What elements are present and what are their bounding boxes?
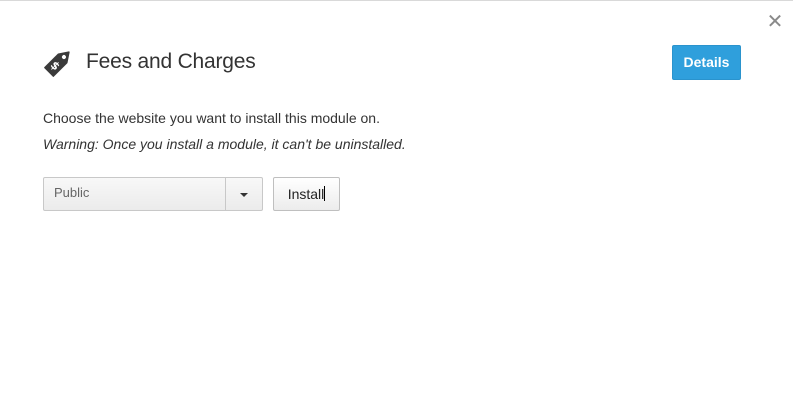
warning-text: Warning: Once you install a module, it c… [43, 136, 406, 152]
dialog-title: Fees and Charges [86, 50, 256, 73]
website-select[interactable]: Public [43, 177, 263, 211]
install-button[interactable]: Install [273, 177, 340, 211]
price-tag-icon: $ [44, 51, 70, 77]
website-select-value: Public [54, 185, 90, 200]
select-dropdown-toggle[interactable] [225, 178, 262, 210]
text-cursor [324, 186, 326, 201]
install-module-dialog: ✕ $ Fees and Charges Details Choose the … [0, 0, 793, 410]
close-icon[interactable]: ✕ [765, 12, 785, 32]
dialog-header: $ Fees and Charges [42, 45, 256, 79]
details-button[interactable]: Details [672, 45, 741, 80]
install-button-label: Install [287, 186, 325, 202]
caret-down-icon [240, 193, 248, 197]
instruction-text: Choose the website you want to install t… [43, 110, 380, 126]
